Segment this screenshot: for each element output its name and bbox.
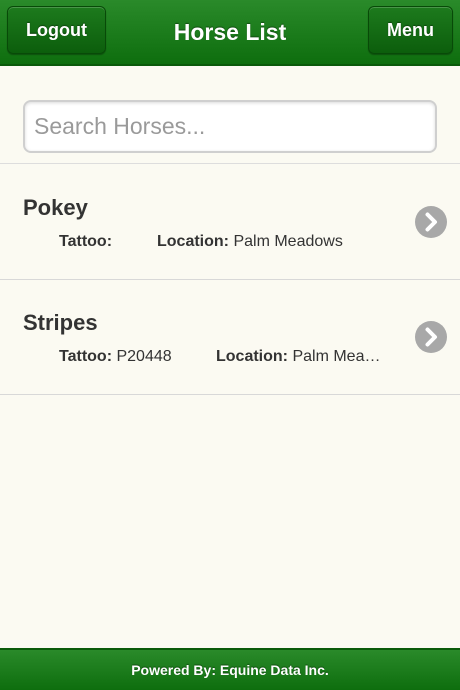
location-value: Palm Meadows (233, 233, 343, 250)
tattoo-label: Tattoo: (59, 233, 113, 250)
menu-button[interactable]: Menu (368, 6, 453, 54)
horse-details: Tattoo: P20448 Location: Palm Mea… (59, 348, 399, 366)
search-bar (0, 66, 460, 164)
location-group: Location: Palm Mea… (216, 348, 380, 366)
search-input[interactable] (23, 100, 437, 153)
location-label: Location: (216, 348, 288, 365)
footer-text: Powered By: Equine Data Inc. (131, 662, 329, 678)
list-item[interactable]: Stripes Tattoo: P20448 Location: Palm Me… (0, 280, 460, 395)
location-group: Location: Palm Meadows (157, 233, 343, 251)
horse-list: Pokey Tattoo: Location: Palm Meadows Str… (0, 165, 460, 395)
horse-name: Pokey (23, 195, 88, 220)
chevron-right-circle-icon[interactable] (415, 206, 447, 238)
footer-bar: Powered By: Equine Data Inc. (0, 648, 460, 690)
tattoo-value: P20448 (116, 348, 172, 365)
chevron-right-circle-icon[interactable] (415, 321, 447, 353)
tattoo-group: Tattoo: P20448 (59, 348, 172, 366)
horse-name: Stripes (23, 310, 98, 335)
location-label: Location: (157, 233, 229, 250)
horse-details: Tattoo: Location: Palm Meadows (59, 233, 399, 251)
list-item[interactable]: Pokey Tattoo: Location: Palm Meadows (0, 165, 460, 280)
header-bar: Logout Horse List Menu (0, 0, 460, 66)
tattoo-label: Tattoo: (59, 348, 113, 365)
location-value: Palm Mea… (292, 348, 381, 365)
tattoo-group: Tattoo: (59, 233, 112, 251)
